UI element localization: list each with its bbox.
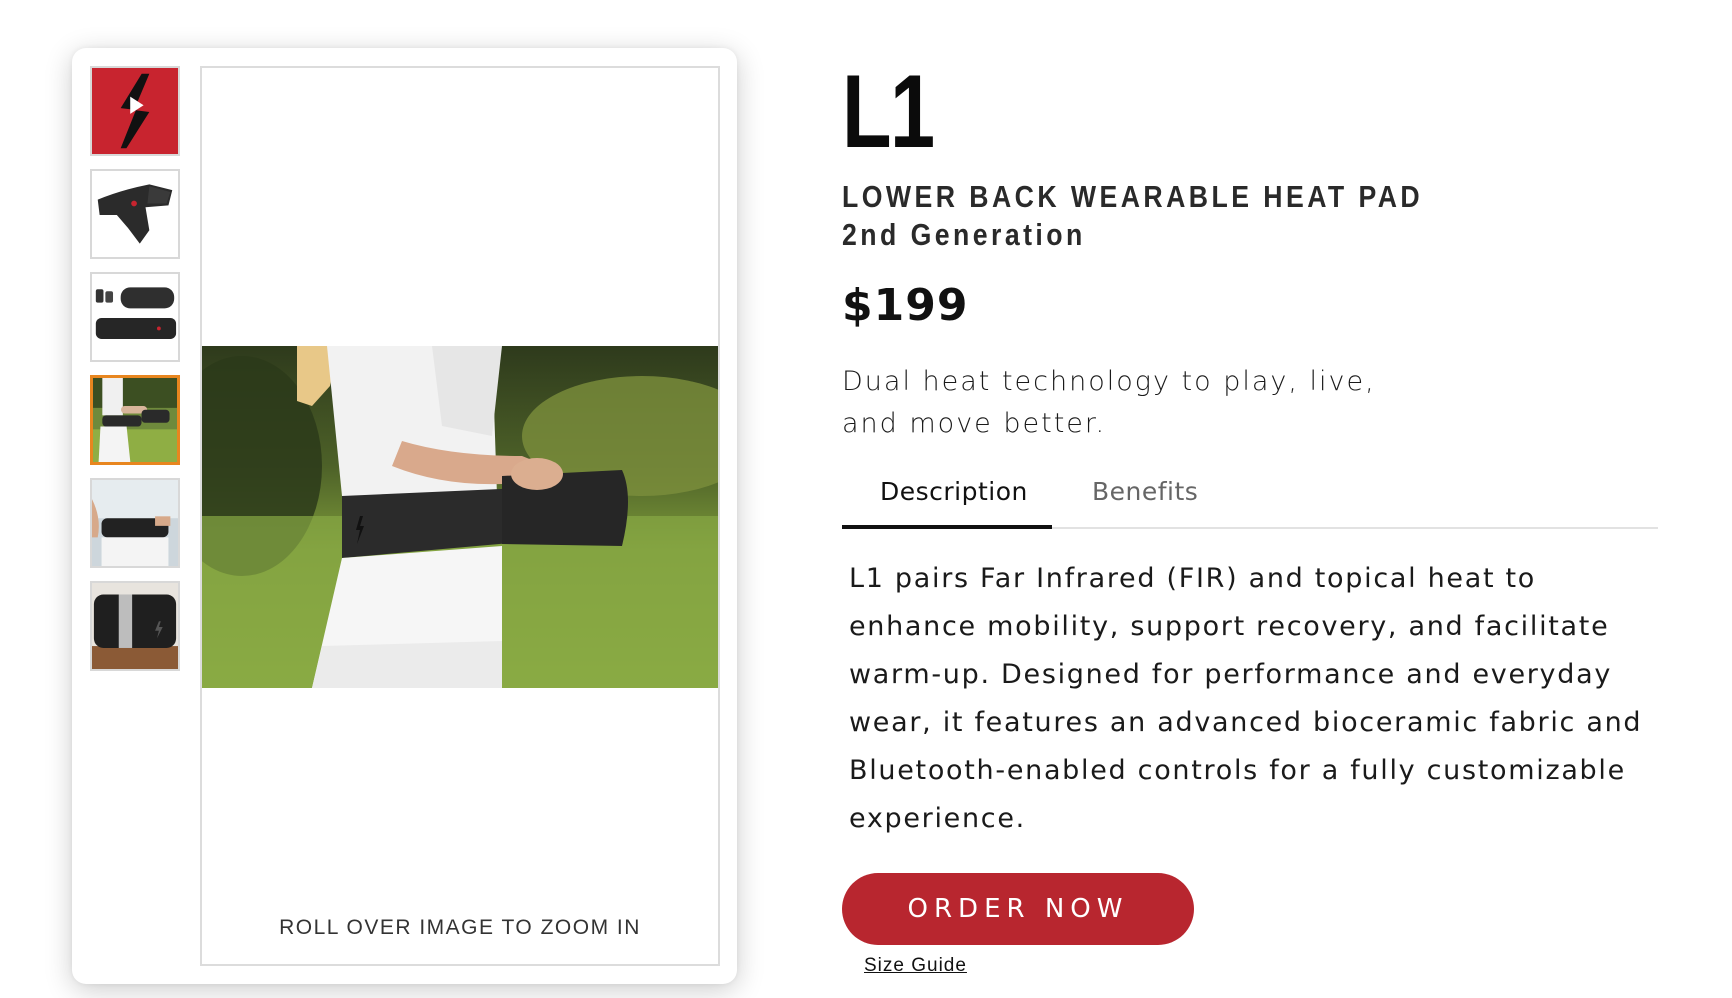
- back-view-image: [92, 480, 178, 566]
- zoom-hint-text: ROLL OVER IMAGE TO ZOOM IN: [279, 916, 641, 939]
- thumbnail-wearing-belt[interactable]: [90, 375, 180, 465]
- tab-benefits[interactable]: Benefits: [1092, 477, 1198, 506]
- case-image: [92, 583, 178, 669]
- product-title: L1: [842, 54, 935, 170]
- order-now-button[interactable]: ORDER NOW: [842, 873, 1194, 945]
- product-gallery: ROLL OVER IMAGE TO ZOOM IN: [72, 48, 737, 984]
- product-tagline: Dual heat technology to play, live, and …: [842, 366, 1376, 439]
- thumbnail-belt[interactable]: [90, 169, 180, 259]
- thumbnail-list: [90, 66, 180, 671]
- product-tabs: Description Benefits: [842, 471, 1658, 529]
- size-guide-link[interactable]: Size Guide: [864, 955, 967, 977]
- product-page: ROLL OVER IMAGE TO ZOOM IN L1 LOWER BACK…: [0, 0, 1732, 998]
- main-image-frame[interactable]: ROLL OVER IMAGE TO ZOOM IN: [200, 66, 720, 966]
- woman-wearing-heat-pad-image: [202, 346, 718, 688]
- product-subtitle: LOWER BACK WEARABLE HEAT PAD 2nd Generat…: [842, 178, 1556, 254]
- tab-description[interactable]: Description: [880, 477, 1028, 506]
- wearing-belt-image: [93, 378, 177, 462]
- product-subtitle-line1: LOWER BACK WEARABLE HEAT PAD: [842, 179, 1424, 214]
- product-info: L1 LOWER BACK WEARABLE HEAT PAD 2nd Gene…: [842, 60, 1672, 977]
- product-description: L1 pairs Far Infrared (FIR) and topical …: [849, 563, 1643, 834]
- belt-controller-image: [92, 274, 178, 360]
- thumbnail-belt-controller[interactable]: [90, 272, 180, 362]
- main-product-photo[interactable]: [202, 346, 718, 688]
- brand-logo-icon: [92, 68, 178, 154]
- thumbnail-case[interactable]: [90, 581, 180, 671]
- thumbnail-back-view[interactable]: [90, 478, 180, 568]
- belt-image: [92, 171, 178, 257]
- active-tab-indicator: [842, 525, 1052, 529]
- product-subtitle-line2: 2nd Generation: [842, 217, 1086, 252]
- product-price: $199: [842, 280, 969, 331]
- video-thumbnail[interactable]: [90, 66, 180, 156]
